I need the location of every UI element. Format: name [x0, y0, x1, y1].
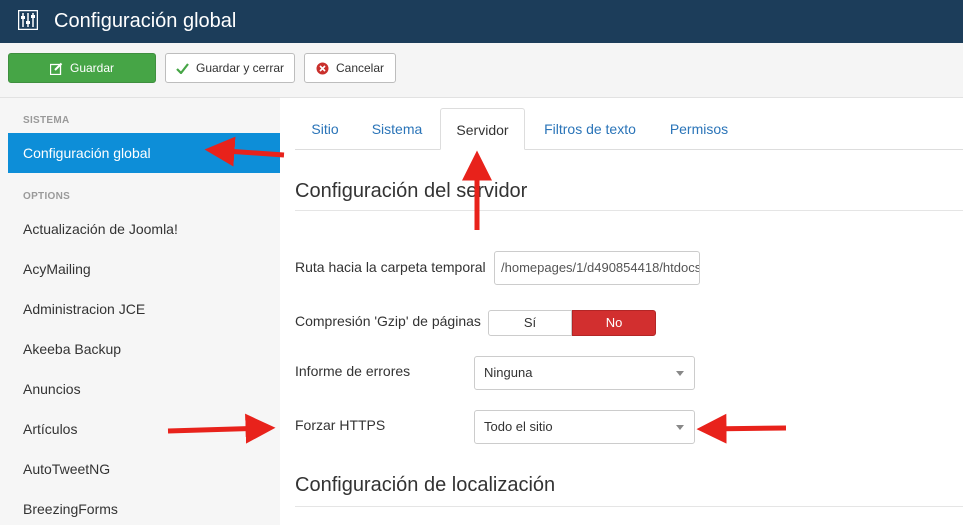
tab-server[interactable]: Servidor: [440, 108, 525, 150]
equalizer-icon: [18, 10, 38, 30]
gzip-toggle: Sí No: [488, 310, 656, 336]
sidebar-item-global-configuration[interactable]: Configuración global: [8, 133, 280, 173]
sidebar-item-banners[interactable]: Anuncios: [23, 381, 81, 397]
error-report-select[interactable]: Ninguna: [474, 356, 695, 390]
tab-bar: Sitio Sistema Servidor Filtros de texto …: [295, 108, 963, 150]
server-section-title: Configuración del servidor: [295, 180, 528, 202]
cancel-button[interactable]: Cancelar: [304, 53, 396, 83]
sidebar-heading-options: OPTIONS: [23, 191, 71, 202]
top-header-bar: Configuración global: [0, 0, 963, 43]
save-and-close-label: Guardar y cerrar: [195, 61, 285, 75]
sidebar-item-acymailing[interactable]: AcyMailing: [23, 261, 91, 277]
section-divider: [295, 210, 963, 211]
page-title: Configuración global: [54, 10, 237, 32]
toolbar: Guardar Guardar y cerrar Cancelar: [0, 43, 963, 98]
caret-down-icon: [676, 425, 684, 430]
force-https-select[interactable]: Todo el sitio: [474, 410, 695, 444]
force-https-label: Forzar HTTPS: [295, 417, 386, 433]
cancel-circle-icon: [316, 61, 330, 75]
locale-section-title: Configuración de localización: [295, 474, 556, 496]
save-button-label: Guardar: [69, 61, 115, 75]
red-arrow-left-icon: [696, 413, 787, 444]
tab-system[interactable]: Sistema: [363, 108, 431, 150]
error-report-value: Ninguna: [484, 365, 533, 380]
sidebar-item-articles[interactable]: Artículos: [23, 421, 77, 437]
sidebar-item-jce[interactable]: Administracion JCE: [23, 301, 145, 317]
cancel-button-label: Cancelar: [335, 61, 385, 75]
sidebar-heading-system: SISTEMA: [23, 115, 70, 126]
tab-permissions[interactable]: Permisos: [660, 108, 738, 150]
tmp-path-label: Ruta hacia la carpeta temporal: [295, 259, 486, 275]
sidebar-item-autotweetng[interactable]: AutoTweetNG: [23, 461, 110, 477]
sidebar-item-akeeba-backup[interactable]: Akeeba Backup: [23, 341, 121, 357]
tab-site[interactable]: Sitio: [303, 108, 347, 150]
save-button[interactable]: Guardar: [8, 53, 156, 83]
sidebar-item-joomla-update[interactable]: Actualización de Joomla!: [23, 221, 178, 237]
section-divider: [295, 506, 963, 507]
caret-down-icon: [676, 371, 684, 376]
gzip-yes-option[interactable]: Sí: [488, 310, 572, 336]
force-https-value: Todo el sitio: [484, 419, 553, 434]
sidebar: SISTEMA Configuración global OPTIONS Act…: [0, 98, 280, 525]
error-report-label: Informe de errores: [295, 363, 411, 379]
check-icon: [176, 61, 190, 75]
save-and-close-button[interactable]: Guardar y cerrar: [165, 53, 295, 83]
edit-icon: [50, 61, 64, 75]
tmp-path-input[interactable]: /homepages/1/d490854418/htdocs/tmp: [494, 251, 700, 285]
tab-text-filters[interactable]: Filtros de texto: [535, 108, 645, 150]
gzip-label: Compresión 'Gzip' de páginas: [295, 313, 481, 329]
sidebar-item-breezingforms[interactable]: BreezingForms: [23, 501, 118, 517]
gzip-no-option[interactable]: No: [572, 310, 656, 336]
